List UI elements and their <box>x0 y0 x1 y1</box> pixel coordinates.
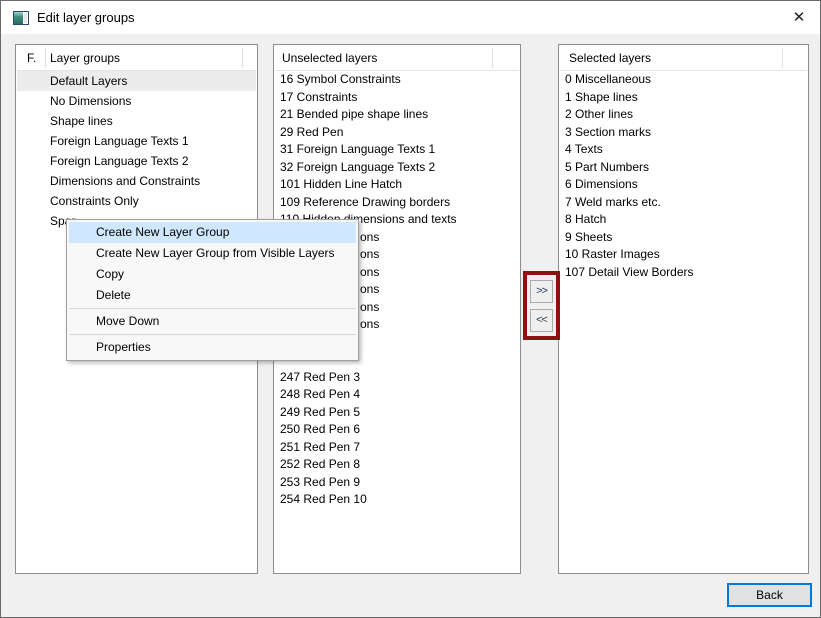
layer-item[interactable]: 21 Bended pipe shape lines <box>275 105 519 123</box>
layer-item[interactable]: 16 Symbol Constraints <box>275 70 519 88</box>
menu-item-delete[interactable]: Delete <box>69 285 356 306</box>
column-divider[interactable] <box>45 48 46 68</box>
column-divider[interactable] <box>782 48 783 68</box>
layer-item[interactable]: 248 Red Pen 4 <box>275 385 519 403</box>
menu-item-create-from-visible-layers[interactable]: Create New Layer Group from Visible Laye… <box>69 243 356 264</box>
layer-item[interactable]: 9 Sheets <box>560 228 807 246</box>
layer-item[interactable]: 8 Hatch <box>560 210 807 228</box>
menu-item-copy[interactable]: Copy <box>69 264 356 285</box>
column-divider[interactable] <box>492 48 493 68</box>
layer-item[interactable]: 109 Reference Drawing borders <box>275 193 519 211</box>
selected-layers-panel: Selected layers 0 Miscellaneous 1 Shape … <box>558 44 809 574</box>
layer-item[interactable]: 250 Red Pen 6 <box>275 420 519 438</box>
layer-item[interactable]: 247 Red Pen 3 <box>275 368 519 386</box>
context-menu: Create New Layer Group Create New Layer … <box>66 219 359 361</box>
layer-group-item[interactable]: Default Layers <box>17 71 256 91</box>
layer-item[interactable]: 3 Section marks <box>560 123 807 141</box>
layer-item[interactable]: 7 Weld marks etc. <box>560 193 807 211</box>
layer-item[interactable]: 101 Hidden Line Hatch <box>275 175 519 193</box>
menu-item-move-down[interactable]: Move Down <box>69 311 356 332</box>
menu-item-create-new-layer-group[interactable]: Create New Layer Group <box>69 222 356 243</box>
layer-item[interactable]: 31 Foreign Language Texts 1 <box>275 140 519 158</box>
close-icon[interactable]: ✕ <box>788 7 810 29</box>
layer-group-item[interactable]: Foreign Language Texts 1 <box>17 131 256 151</box>
move-to-unselected-button[interactable]: << <box>530 309 553 332</box>
layer-item[interactable]: 251 Red Pen 7 <box>275 438 519 456</box>
layer-item[interactable]: 253 Red Pen 9 <box>275 473 519 491</box>
app-icon <box>13 11 29 25</box>
menu-item-properties[interactable]: Properties <box>69 337 356 358</box>
unselected-layers-header[interactable]: Unselected layers <box>275 46 519 71</box>
layer-group-item[interactable]: Constraints Only <box>17 191 256 211</box>
menu-separator <box>69 334 356 335</box>
layer-item[interactable]: 252 Red Pen 8 <box>275 455 519 473</box>
layer-item[interactable]: 29 Red Pen <box>275 123 519 141</box>
layer-item[interactable]: 2 Other lines <box>560 105 807 123</box>
edit-layer-groups-dialog: Edit layer groups ✕ F. Layer groups Defa… <box>0 0 821 618</box>
layer-group-item[interactable]: Foreign Language Texts 2 <box>17 151 256 171</box>
header-col-f[interactable]: F. <box>27 51 36 65</box>
header-col-layer-groups[interactable]: Layer groups <box>50 51 120 65</box>
layer-item[interactable]: 6 Dimensions <box>560 175 807 193</box>
layer-item[interactable]: 10 Raster Images <box>560 245 807 263</box>
layer-item[interactable]: 5 Part Numbers <box>560 158 807 176</box>
layer-item[interactable]: 0 Miscellaneous <box>560 70 807 88</box>
layer-groups-header[interactable]: F. Layer groups <box>17 46 256 71</box>
layer-item[interactable]: 17 Constraints <box>275 88 519 106</box>
layer-item[interactable]: 4 Texts <box>560 140 807 158</box>
layer-item[interactable]: 254 Red Pen 10 <box>275 490 519 508</box>
layer-item[interactable]: 249 Red Pen 5 <box>275 403 519 421</box>
layer-group-item[interactable]: Shape lines <box>17 111 256 131</box>
move-to-selected-button[interactable]: >> <box>530 280 553 303</box>
layer-item[interactable]: 32 Foreign Language Texts 2 <box>275 158 519 176</box>
layer-item[interactable]: 107 Detail View Borders <box>560 263 807 281</box>
layer-group-item[interactable]: No Dimensions <box>17 91 256 111</box>
title-bar: Edit layer groups ✕ <box>1 1 820 34</box>
window-title: Edit layer groups <box>37 10 135 25</box>
layer-group-item[interactable]: Dimensions and Constraints <box>17 171 256 191</box>
layer-item[interactable]: 1 Shape lines <box>560 88 807 106</box>
back-button[interactable]: Back <box>727 583 812 607</box>
menu-separator <box>69 308 356 309</box>
selected-layers-header[interactable]: Selected layers <box>560 46 807 71</box>
column-divider[interactable] <box>242 48 243 68</box>
